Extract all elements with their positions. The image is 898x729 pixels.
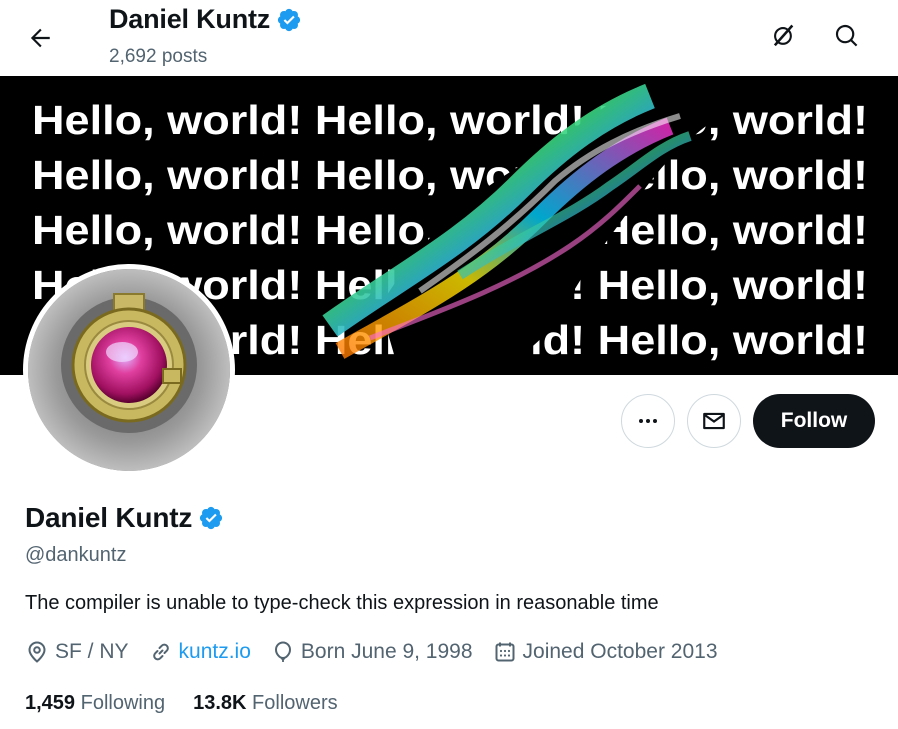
- verified-badge-icon[interactable]: [198, 505, 224, 531]
- balloon-icon: [274, 641, 291, 662]
- profile-header: Daniel Kuntz 2,692 posts: [0, 0, 898, 76]
- followers-link[interactable]: 13.8K Followers: [193, 692, 338, 715]
- back-arrow-icon: [30, 28, 50, 48]
- avatar-image: [28, 269, 230, 471]
- birthday-text: Born June 9, 1998: [300, 640, 473, 663]
- profile-name-row: Daniel Kuntz: [25, 502, 224, 534]
- display-name: Daniel Kuntz: [25, 502, 193, 533]
- calendar-icon: [495, 642, 515, 662]
- website-item: kuntz.io: [149, 640, 251, 664]
- location-item: SF / NY: [25, 640, 129, 664]
- grok-button[interactable]: [763, 16, 803, 56]
- location-icon: [28, 641, 46, 663]
- followers-label: Followers: [252, 692, 338, 714]
- message-button[interactable]: [687, 394, 741, 448]
- website-link[interactable]: kuntz.io: [179, 640, 251, 664]
- banner-row-1: Hello, world! Hello, world! Hello, world…: [32, 97, 868, 143]
- search-button[interactable]: [827, 16, 867, 56]
- following-count: 1,459: [25, 692, 76, 714]
- profile-handle: @dankuntz: [25, 544, 127, 566]
- search-icon: [835, 24, 858, 47]
- message-icon: [703, 412, 725, 430]
- link-icon: [152, 643, 169, 661]
- header-name-row: Daniel Kuntz: [109, 4, 302, 35]
- more-button[interactable]: [621, 394, 675, 448]
- grok-icon: [773, 24, 794, 47]
- banner-row-2: Hello, world! Hello, world! Hello, world…: [32, 152, 868, 198]
- profile-meta: SF / NY kuntz.io Born June 9, 1998 Joine…: [25, 640, 738, 664]
- profile-bio: The compiler is unable to type-check thi…: [25, 592, 659, 614]
- following-label: Following: [80, 692, 166, 714]
- following-link[interactable]: 1,459 Following: [25, 692, 165, 715]
- joined-item: Joined October 2013: [493, 640, 718, 664]
- follow-button[interactable]: Follow: [753, 394, 875, 448]
- profile-stats: 1,459 Following 13.8K Followers: [25, 692, 366, 715]
- location-text: SF / NY: [55, 640, 129, 663]
- more-icon: [639, 419, 657, 423]
- profile-avatar[interactable]: [23, 264, 235, 476]
- back-button[interactable]: [20, 18, 60, 58]
- joined-text: Joined October 2013: [522, 640, 718, 663]
- header-name: Daniel Kuntz: [109, 4, 271, 34]
- birthday-item: Born June 9, 1998: [271, 640, 473, 664]
- verified-badge-icon: [278, 8, 301, 31]
- header-post-count: 2,692 posts: [109, 46, 208, 67]
- followers-count: 13.8K: [193, 692, 247, 714]
